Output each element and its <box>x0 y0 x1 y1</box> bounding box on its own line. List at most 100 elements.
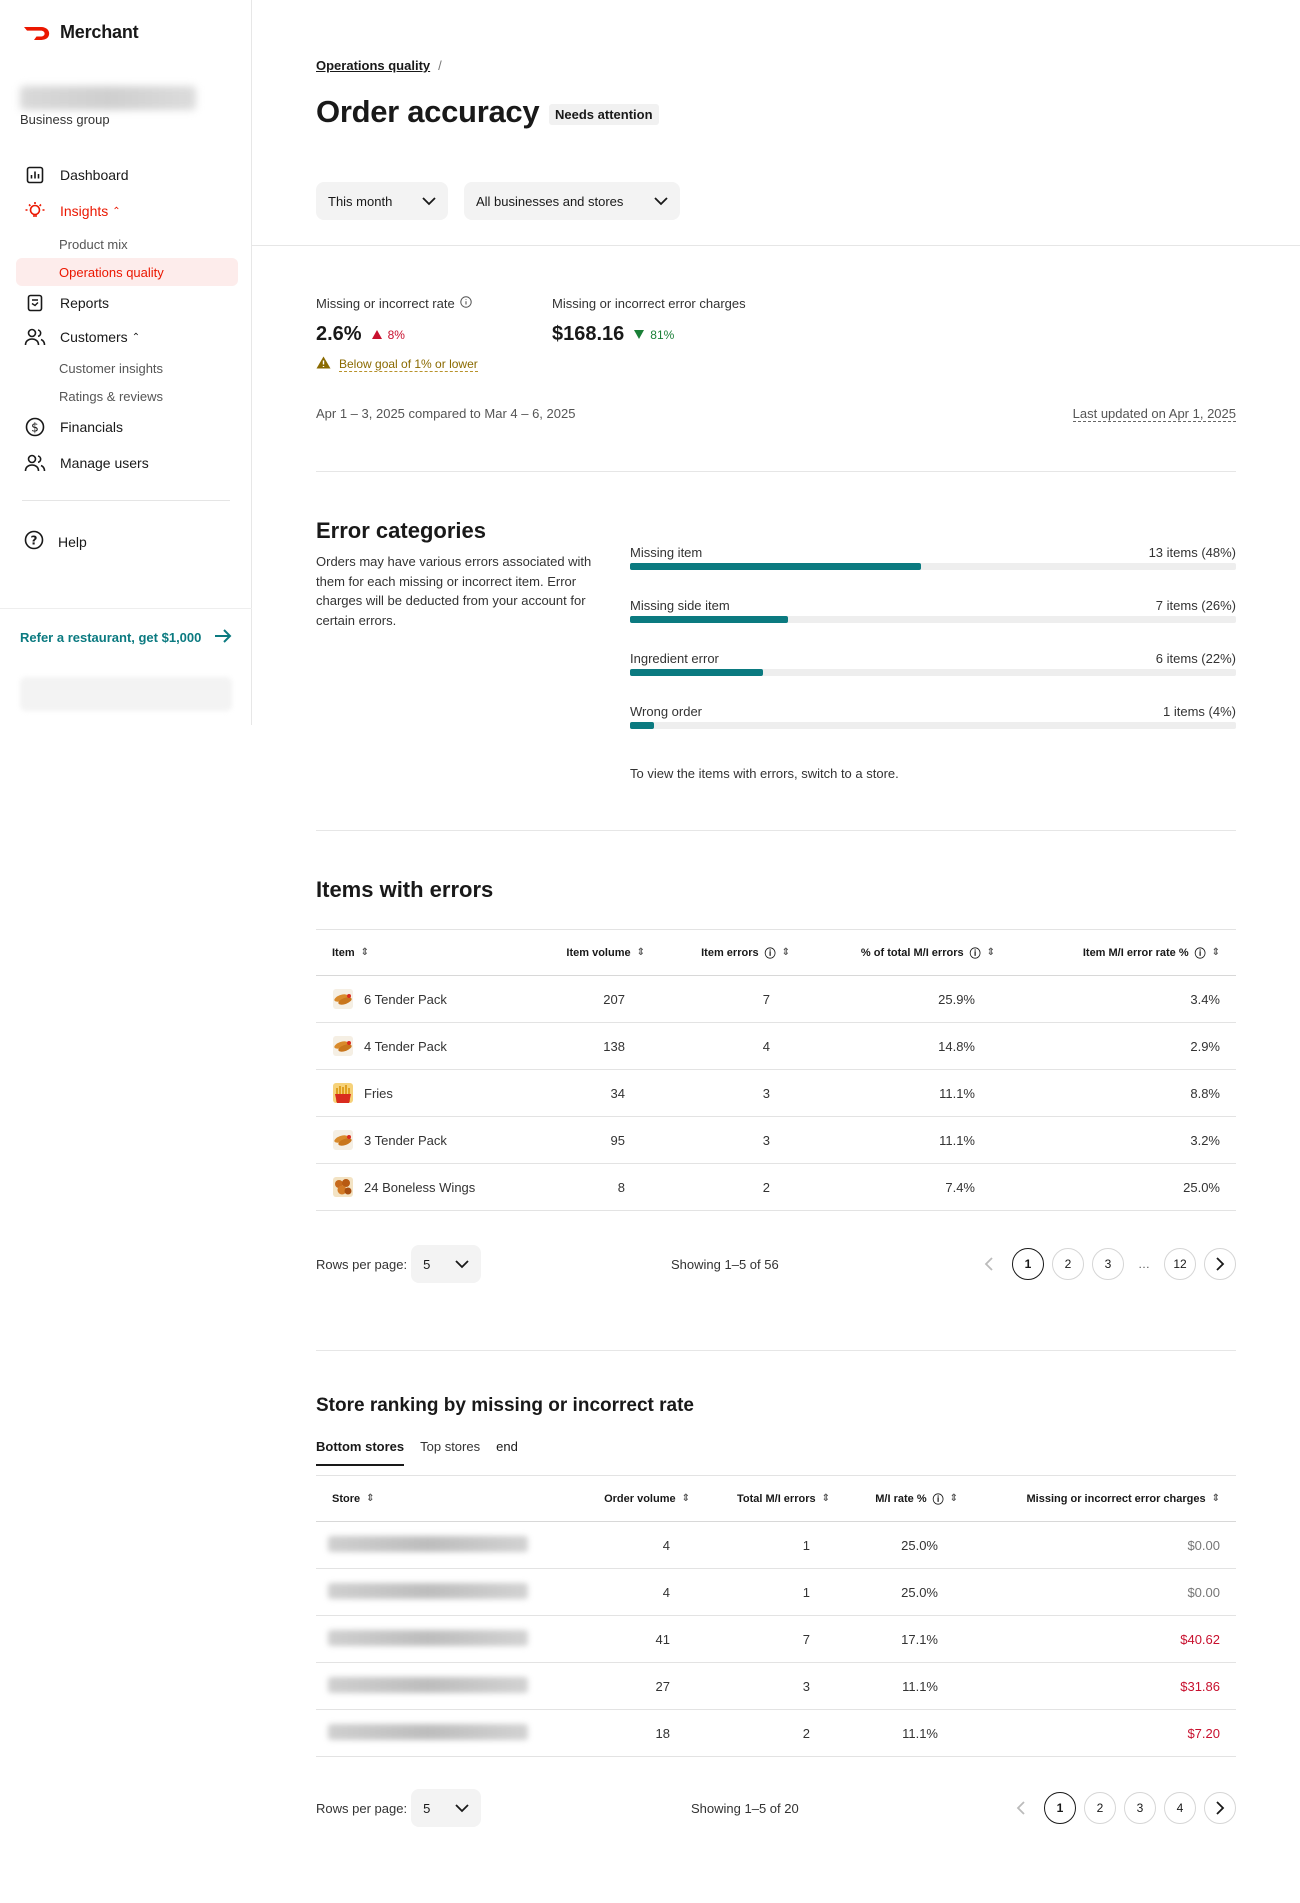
column-header-label: % of total M/I errors <box>860 946 964 959</box>
refer-label: Refer a restaurant, get $1,000 <box>20 630 202 645</box>
sidebar-item-operations-quality[interactable]: Operations quality <box>16 258 238 286</box>
page-button[interactable]: 1 <box>1044 1792 1076 1824</box>
info-icon[interactable]: ⓘ <box>765 945 776 961</box>
page-buttons: 1234 <box>1004 1792 1236 1824</box>
sidebar-footer: Refer a restaurant, get $1,000 <box>0 608 252 711</box>
page-button[interactable]: 2 <box>1052 1248 1084 1280</box>
table-row[interactable]: 27 3 11.1% $31.86 <box>316 1662 1236 1710</box>
item-cell-content: 24 Boneless Wings <box>316 1176 536 1198</box>
column-header-total-errors[interactable]: Total M/I errors ⇕ <box>706 1475 846 1522</box>
column-header-charges[interactable]: Missing or incorrect error charges ⇕ <box>974 1475 1236 1522</box>
tab-top-stores[interactable]: Top stores <box>420 1439 480 1466</box>
store-total-errors: 1 <box>706 1568 846 1616</box>
last-updated[interactable]: Last updated on Apr 1, 2025 <box>1072 406 1236 422</box>
sidebar-item-help[interactable]: ? Help <box>24 530 87 553</box>
wings-thumbnail <box>332 1176 354 1198</box>
rate-label-row: Missing or incorrect rate <box>316 296 478 311</box>
column-header-mi-rate[interactable]: M/I rate % ⓘ ⇕ <box>846 1475 974 1522</box>
item-rate: 3.2% <box>1011 1116 1236 1164</box>
goal-warning[interactable]: Below goal of 1% or lower <box>316 356 478 372</box>
sidebar-item-customer-insights[interactable]: Customer insights <box>16 354 238 382</box>
sidebar-item-insights[interactable]: Insights ⌃ <box>16 194 238 228</box>
table-row[interactable]: 4 1 25.0% $0.00 <box>316 1568 1236 1616</box>
period-filter-value: This month <box>328 193 393 209</box>
account-switcher-redacted[interactable] <box>20 677 232 711</box>
table-row[interactable]: 6 Tender Pack 207 7 25.9% 3.4% <box>316 975 1236 1023</box>
page-button[interactable]: 3 <box>1124 1792 1156 1824</box>
page-button[interactable]: 12 <box>1164 1248 1196 1280</box>
info-icon[interactable]: ⓘ <box>970 945 981 961</box>
category-value: 13 items (48%) <box>1148 545 1236 560</box>
item-errors: 3 <box>661 1069 806 1117</box>
column-header-share[interactable]: % of total M/I errors ⓘ ⇕ <box>806 929 1011 976</box>
store-name-redacted[interactable] <box>328 1629 528 1646</box>
page-button[interactable]: 1 <box>1012 1248 1044 1280</box>
previous-page-button[interactable] <box>1004 1792 1036 1824</box>
category-value: 1 items (4%) <box>1163 704 1236 719</box>
next-page-button[interactable] <box>1204 1248 1236 1280</box>
charges-value-row: $168.16 81% <box>552 323 746 346</box>
table-row[interactable]: 18 2 11.1% $7.20 <box>316 1709 1236 1757</box>
charges-metric: Missing or incorrect error charges $168.… <box>552 296 746 346</box>
column-header-label: Order volume <box>604 1492 676 1505</box>
store-name-redacted[interactable] <box>328 1535 528 1552</box>
info-icon[interactable] <box>460 296 472 311</box>
rows-per-page-select[interactable]: 5 <box>411 1789 482 1827</box>
column-header-order-volume[interactable]: Order volume ⇕ <box>576 1475 706 1522</box>
tender-pack-thumbnail <box>332 1035 354 1057</box>
column-header-store[interactable]: Store ⇕ <box>316 1475 576 1522</box>
column-header-label: Missing or incorrect error charges <box>1026 1492 1206 1505</box>
store-error-charges: $0.00 <box>974 1568 1236 1616</box>
item-share: 14.8% <box>806 1022 1011 1070</box>
page-button[interactable]: 3 <box>1092 1248 1124 1280</box>
charges-label: Missing or incorrect error charges <box>552 296 746 311</box>
chevron-down-icon <box>654 194 668 209</box>
table-row[interactable]: 4 1 25.0% $0.00 <box>316 1521 1236 1569</box>
column-header-item-errors[interactable]: Item errors ⓘ ⇕ <box>661 929 806 976</box>
tab-bottom-stores[interactable]: Bottom stores <box>316 1439 405 1466</box>
store-name-redacted[interactable] <box>328 1582 528 1599</box>
page-button[interactable]: 4 <box>1164 1792 1196 1824</box>
rows-per-page-select[interactable]: 5 <box>411 1245 482 1283</box>
column-header-item-volume[interactable]: Item volume ⇕ <box>536 929 661 976</box>
item-errors: 2 <box>661 1163 806 1211</box>
next-page-button[interactable] <box>1204 1792 1236 1824</box>
page-button[interactable]: 2 <box>1084 1792 1116 1824</box>
store-scope-filter[interactable]: All businesses and stores <box>464 182 680 220</box>
sidebar-item-reports[interactable]: Reports <box>16 286 238 320</box>
item-cell-content: Fries <box>316 1082 536 1104</box>
period-filter[interactable]: This month <box>316 182 448 220</box>
sidebar-item-dashboard[interactable]: Dashboard <box>16 158 238 192</box>
chevron-right-icon <box>1215 1801 1224 1815</box>
brand[interactable]: Merchant <box>22 22 139 43</box>
info-icon[interactable]: ⓘ <box>933 1491 944 1507</box>
sidebar-item-financials[interactable]: $ Financials <box>16 410 238 444</box>
comparison-period: Apr 1 – 3, 2025 compared to Mar 4 – 6, 2… <box>316 406 576 421</box>
store-order-volume: 27 <box>576 1662 706 1710</box>
store-name-redacted[interactable] <box>328 1676 528 1693</box>
info-icon[interactable]: ⓘ <box>1195 945 1206 961</box>
breadcrumb-operations-quality[interactable]: Operations quality <box>316 58 430 73</box>
refer-restaurant-link[interactable]: Refer a restaurant, get $1,000 <box>20 629 232 646</box>
chevron-up-icon: ⌃ <box>131 331 141 343</box>
table-row[interactable]: 24 Boneless Wings 8 2 7.4% 25.0% <box>316 1163 1236 1211</box>
table-row[interactable]: 4 Tender Pack 138 4 14.8% 2.9% <box>316 1022 1236 1070</box>
item-cell-content: 6 Tender Pack <box>316 988 536 1010</box>
store-name-redacted[interactable] <box>328 1723 528 1740</box>
sidebar-item-customers[interactable]: Customers ⌃ <box>16 320 238 354</box>
rate-label: Missing or incorrect rate <box>316 296 455 311</box>
table-row[interactable]: 3 Tender Pack 95 3 11.1% 3.2% <box>316 1116 1236 1164</box>
sidebar-item-ratings-reviews[interactable]: Ratings & reviews <box>16 382 238 410</box>
sidebar-item-product-mix[interactable]: Product mix <box>16 230 238 258</box>
tender-pack-thumbnail <box>332 988 354 1010</box>
brand-name: Merchant <box>60 22 139 42</box>
sidebar-nav: Dashboard Insights ⌃ Product mix Operatio… <box>16 158 238 480</box>
table-row[interactable]: 41 7 17.1% $40.62 <box>316 1615 1236 1663</box>
items-pagination: Rows per page: 5 Showing 1–5 of 56 1 2 3… 1… <box>316 1244 1236 1284</box>
sidebar-item-manage-users[interactable]: Manage users <box>16 446 238 480</box>
table-row[interactable]: Fries 34 3 11.1% 8.8% <box>316 1069 1236 1117</box>
previous-page-button[interactable] <box>972 1248 1004 1280</box>
column-header-rate[interactable]: Item M/I error rate % ⓘ ⇕ <box>1011 929 1236 976</box>
column-header-item[interactable]: Item ⇕ <box>316 929 536 976</box>
business-name-redacted[interactable] <box>20 86 196 110</box>
